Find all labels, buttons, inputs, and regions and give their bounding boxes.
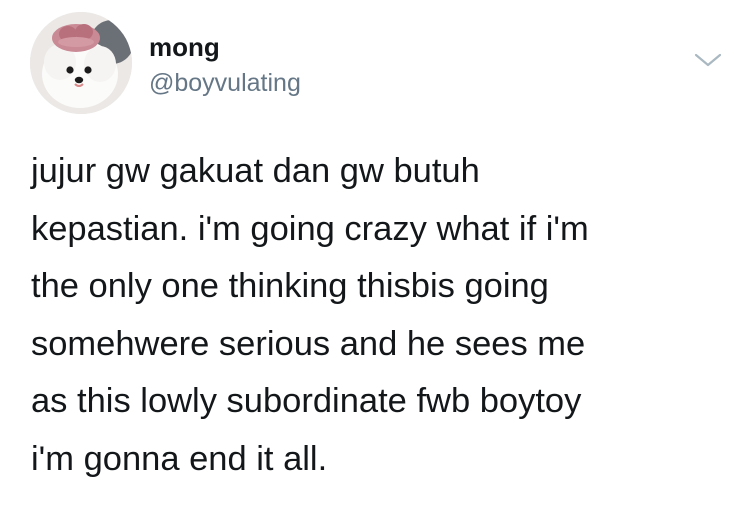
- author-display-name[interactable]: mong: [149, 32, 220, 62]
- tweet-line: kepastian. i'm going crazy what if i'm: [31, 209, 589, 248]
- tweet-line: as this lowly subordinate fwb boytoy: [31, 382, 582, 420]
- tweet-line: somehwere serious and he sees me: [31, 324, 586, 363]
- tweet-body: jujur gw gakuat dan gw butuh kepastian. …: [31, 143, 731, 488]
- dog-avatar-icon: [30, 12, 132, 114]
- tweet-line: jujur gw gakuat dan gw butuh: [31, 152, 480, 190]
- tweet-line: the only one thinking thisbis going: [31, 267, 549, 305]
- chevron-down-icon: [694, 53, 722, 67]
- author-handle[interactable]: @boyvulating: [149, 68, 301, 98]
- tweet-menu-button[interactable]: [693, 50, 723, 70]
- author-avatar[interactable]: [30, 12, 132, 114]
- tweet-line: i'm gonna end it all.: [31, 439, 328, 478]
